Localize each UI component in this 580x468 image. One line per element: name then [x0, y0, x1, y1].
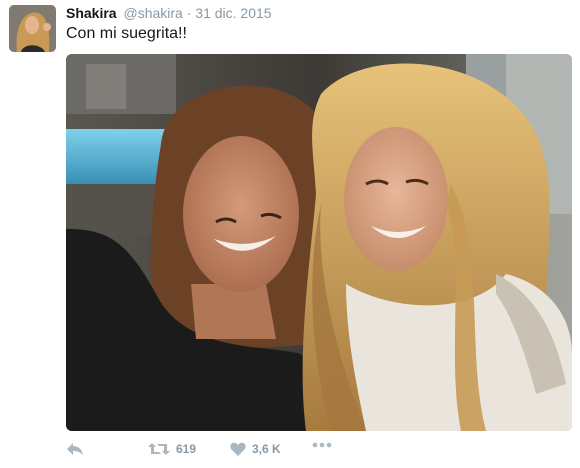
photo-image: [66, 54, 572, 431]
author-handle[interactable]: @shakira: [123, 5, 182, 21]
retweet-count: 619: [176, 442, 197, 456]
more-dots-icon: [312, 442, 332, 448]
tweet-date[interactable]: 31 dic. 2015: [195, 5, 271, 21]
like-button[interactable]: 3,6 K: [230, 442, 281, 456]
tweet-actions: 619 3,6 K: [66, 442, 572, 462]
like-count: 3,6 K: [252, 442, 281, 456]
avatar-image: [9, 5, 56, 52]
author-name[interactable]: Shakira: [66, 5, 117, 21]
header-separator: ·: [186, 5, 192, 21]
tweet-photo[interactable]: [66, 54, 572, 431]
more-button[interactable]: [312, 442, 332, 448]
reply-icon: [67, 443, 83, 455]
retweet-button[interactable]: 619: [148, 442, 196, 456]
avatar[interactable]: [9, 5, 56, 52]
reply-button[interactable]: [66, 442, 84, 456]
retweet-icon: [148, 443, 170, 455]
tweet-text: Con mi suegrita!!: [66, 25, 187, 42]
heart-icon: [230, 442, 246, 456]
tweet-header: Shakira @shakira · 31 dic. 2015: [66, 4, 272, 22]
